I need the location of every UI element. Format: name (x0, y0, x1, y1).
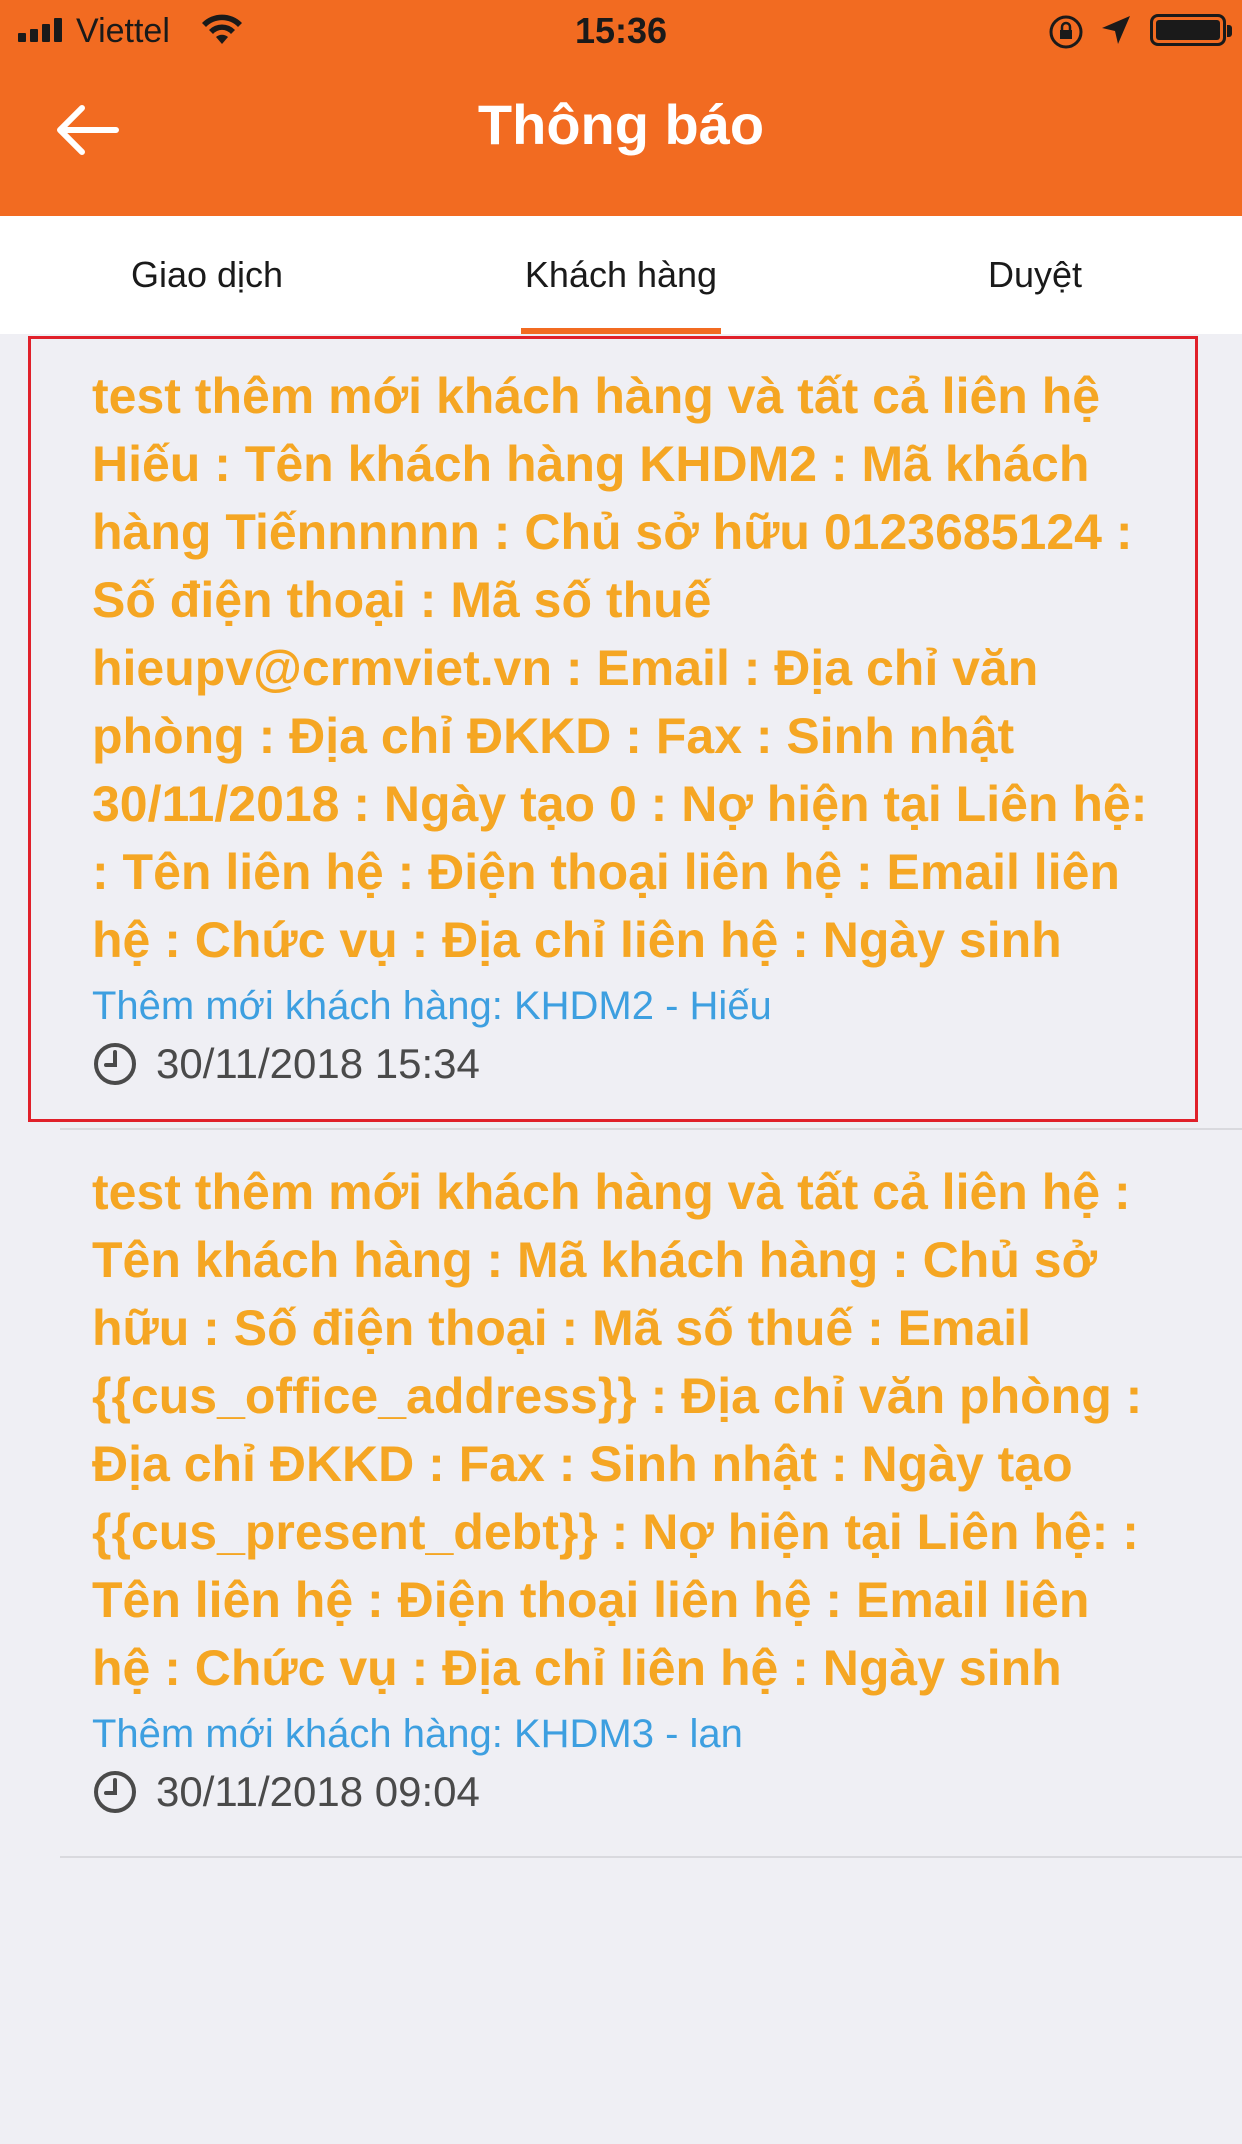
notification-item[interactable]: test thêm mới khách hàng và tất cả liên … (0, 1130, 1242, 1856)
tab-duyet[interactable]: Duyệt (828, 216, 1242, 334)
notification-subtitle: Thêm mới khách hàng: KHDM3 - lan (92, 1712, 743, 1756)
notification-list: test thêm mới khách hàng và tất cả liên … (0, 334, 1242, 1858)
app-header: Viettel 15:36 Thông báo (0, 0, 1242, 216)
notification-time: 30/11/2018 09:04 (92, 1762, 1150, 1822)
divider (60, 1856, 1242, 1858)
tab-khach-hang[interactable]: Khách hàng (414, 216, 828, 334)
location-arrow-icon (1102, 16, 1130, 44)
notification-subtitle: Thêm mới khách hàng: KHDM2 - Hiếu (92, 984, 772, 1028)
tab-bar: Giao dịch Khách hàng Duyệt (0, 216, 1242, 334)
notification-timestamp: 30/11/2018 09:04 (156, 1768, 480, 1815)
clock-icon (94, 1771, 136, 1813)
notification-item[interactable]: test thêm mới khách hàng và tất cả liên … (0, 334, 1242, 1128)
notification-time: 30/11/2018 15:34 (92, 1034, 1150, 1094)
rotation-lock-icon (1049, 15, 1083, 49)
notification-message: test thêm mới khách hàng và tất cả liên … (92, 1164, 1143, 1696)
tab-giao-dich[interactable]: Giao dịch (0, 216, 414, 334)
tab-label: Giao dịch (130, 254, 284, 295)
clock-icon (94, 1043, 136, 1085)
tab-label: Duyệt (987, 254, 1083, 295)
page-title: Thông báo (477, 93, 765, 156)
notification-timestamp: 30/11/2018 15:34 (156, 1040, 480, 1087)
tab-label: Khách hàng (524, 254, 718, 295)
notification-message: test thêm mới khách hàng và tất cả liên … (92, 368, 1148, 968)
status-bar: Viettel 15:36 (0, 0, 1242, 64)
battery-icon (1150, 14, 1232, 46)
